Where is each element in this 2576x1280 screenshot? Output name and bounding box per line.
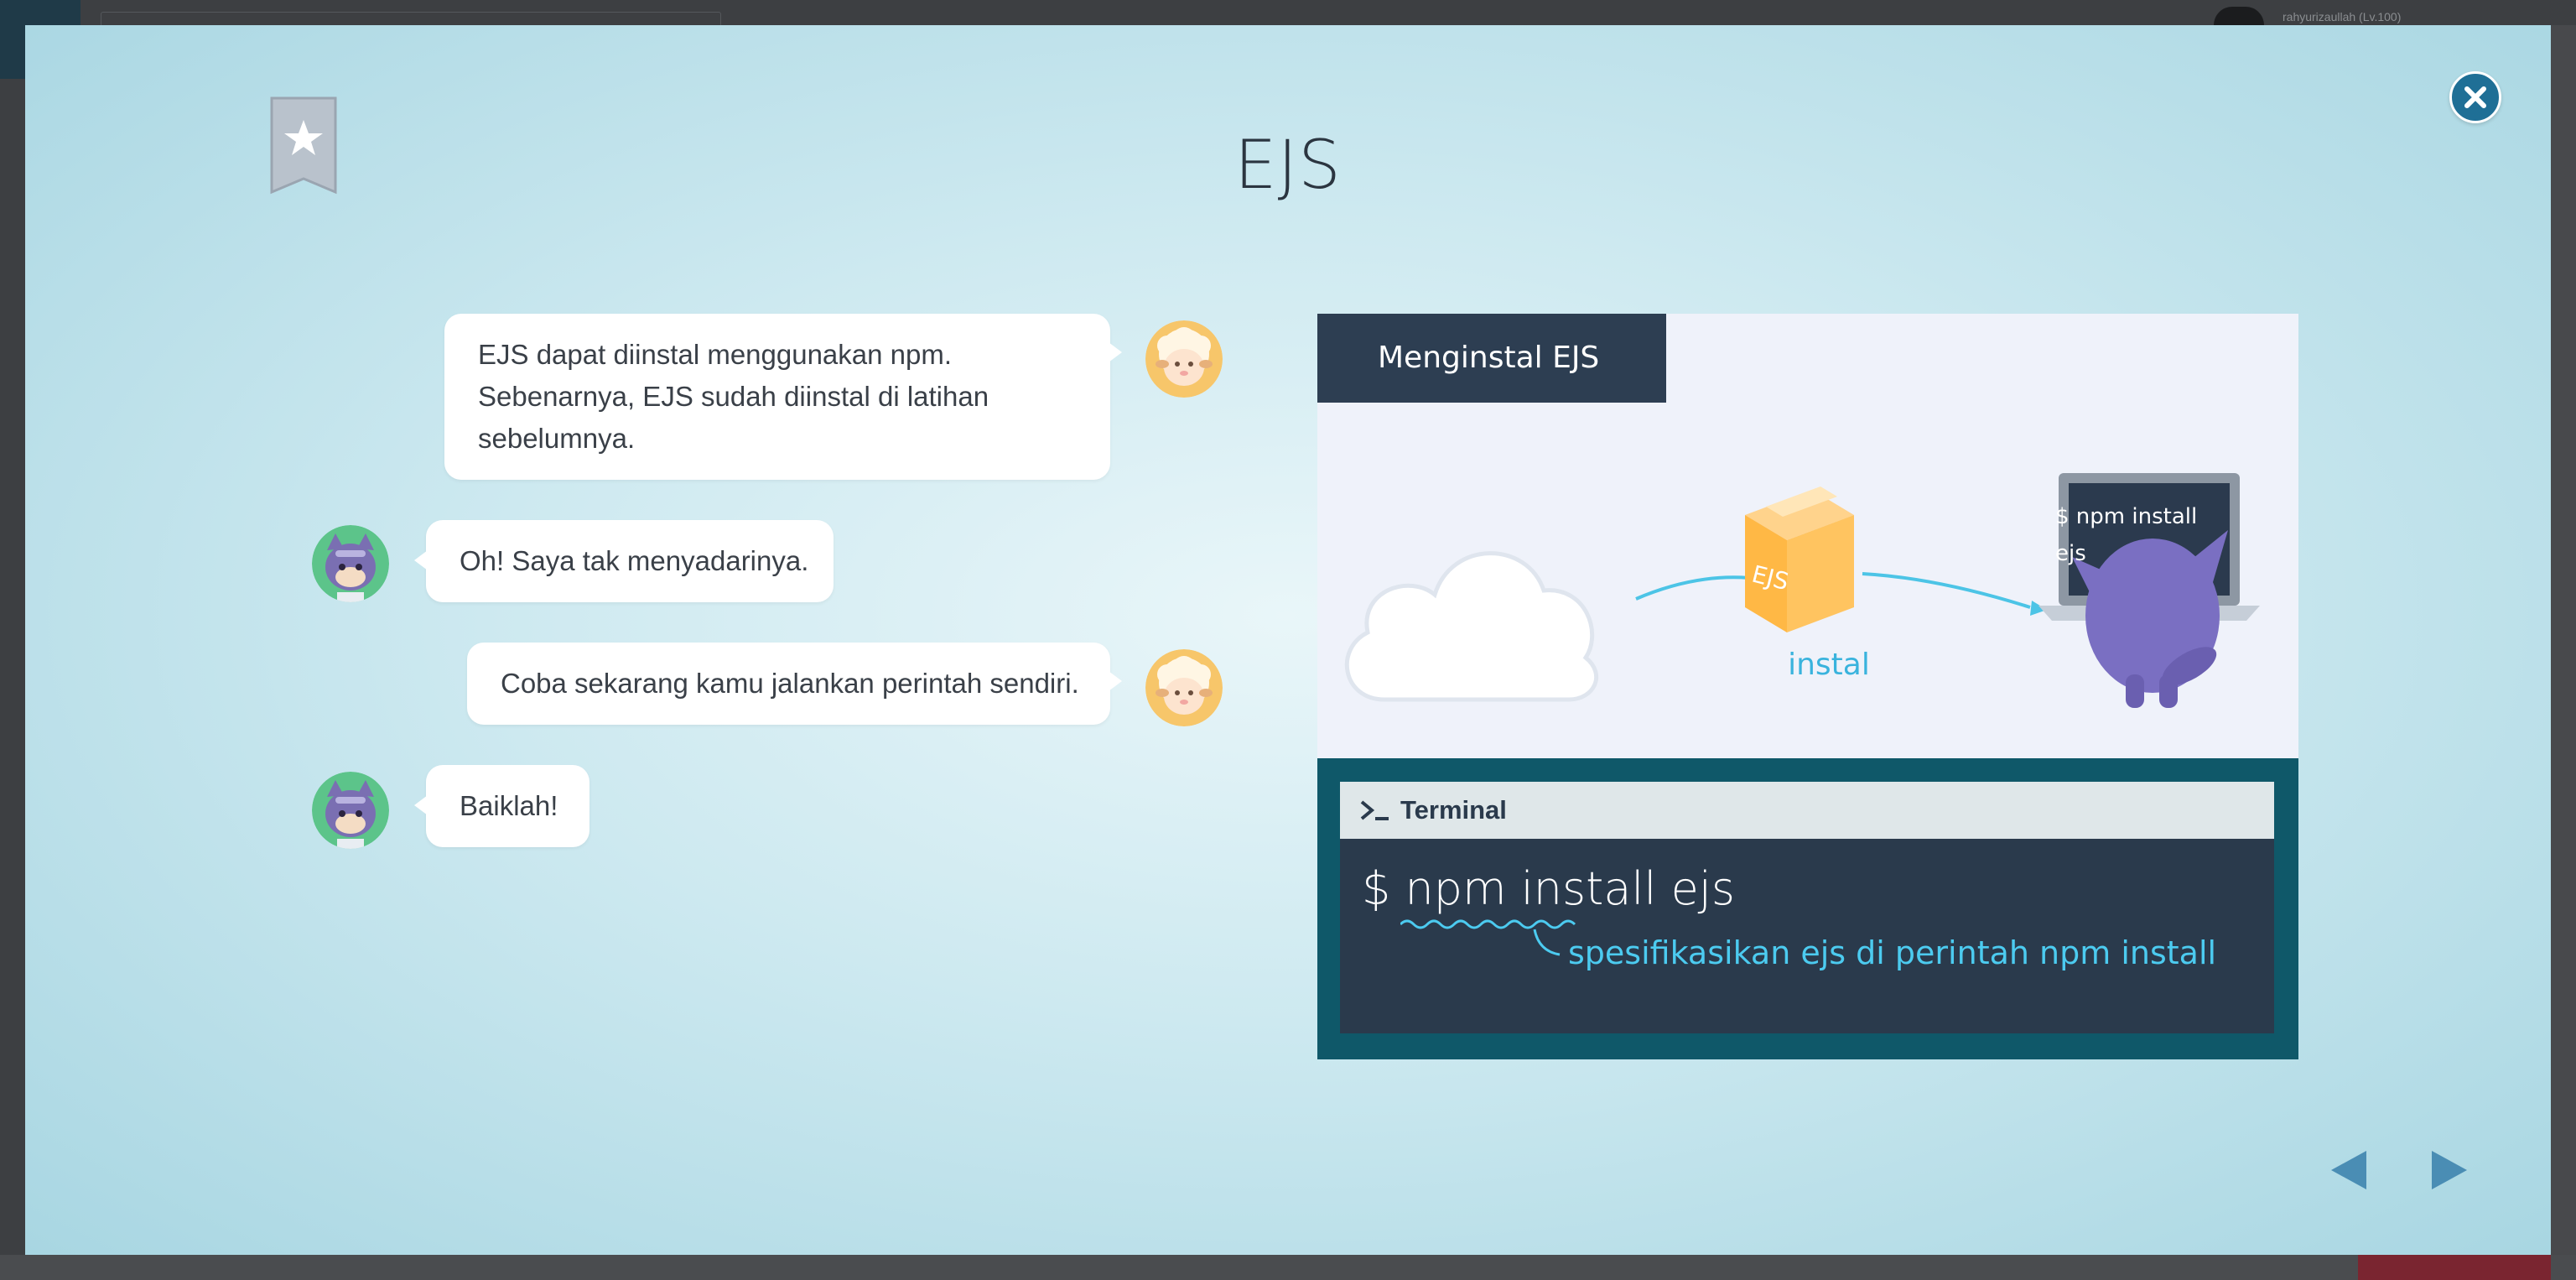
next-slide-button[interactable] (2428, 1147, 2470, 1193)
background-scrollbar (2551, 25, 2576, 1255)
terminal-command: $ npm install ejs (1362, 862, 1735, 915)
background-bottom-bar (0, 1255, 2576, 1280)
chat-line: EJS dapat diinstal menggunakan npm. (478, 339, 953, 370)
terminal-window: Terminal $ npm install ejs spesifikasika… (1340, 782, 2274, 1033)
terminal-title-bar: Terminal (1340, 782, 2274, 839)
arrow-left-icon (2331, 1151, 2366, 1189)
sheep-avatar (1145, 649, 1223, 726)
arrow-label: instal (1788, 648, 1870, 682)
close-button[interactable] (2449, 71, 2501, 123)
laptop-line: $ npm install (2055, 504, 2198, 529)
background-user-label: rahyurizaullah (Lv.100) (2283, 10, 2402, 23)
chat-bubble-sheep-2: Coba sekarang kamu jalankan perintah sen… (467, 643, 1122, 725)
slide-title: EJS (1234, 126, 1342, 204)
laptop-screen-text: $ npm install ejs (2055, 498, 2197, 572)
chat-line: Sebenarnya, EJS sudah diinstal di latiha… (478, 381, 989, 412)
chat-bubble-cat-1: Oh! Saya tak menyadarinya. (414, 520, 834, 602)
background-user-avatar (2214, 7, 2264, 25)
cat-avatar (312, 772, 389, 849)
terminal-annotation: spesifikasikan ejs di perintah npm insta… (1568, 934, 2217, 971)
illustration-panel: Menginstal EJS EJS $ npm install ejs ins… (1317, 314, 2298, 1059)
install-diagram: EJS (1344, 473, 2260, 708)
chat-bubble-sheep-1: EJS dapat diinstal menggunakan npm. Sebe… (444, 314, 1122, 480)
terminal-title: Terminal (1400, 795, 1507, 825)
slide-modal: EJS EJS dapat diinstal menggunakan npm. … (25, 25, 2551, 1255)
sheep-avatar (1145, 320, 1223, 398)
panel-header: Menginstal EJS (1317, 314, 1666, 403)
laptop-line: ejs (2055, 541, 2086, 566)
chat-bubble-cat-2: Baiklah! (414, 765, 589, 847)
cloud-icon (1344, 551, 1598, 702)
arrow-right-icon (2432, 1151, 2467, 1189)
close-icon (2464, 86, 2486, 108)
previous-slide-button[interactable] (2328, 1147, 2370, 1193)
package-box-icon: EJS (1745, 487, 1854, 632)
terminal-prompt-icon (1360, 800, 1389, 820)
underline-annotation (1400, 919, 1576, 956)
cat-avatar (312, 525, 389, 602)
chat-line: sebelumnya. (478, 423, 636, 454)
terminal-frame: Terminal $ npm install ejs spesifikasika… (1317, 758, 2298, 1059)
